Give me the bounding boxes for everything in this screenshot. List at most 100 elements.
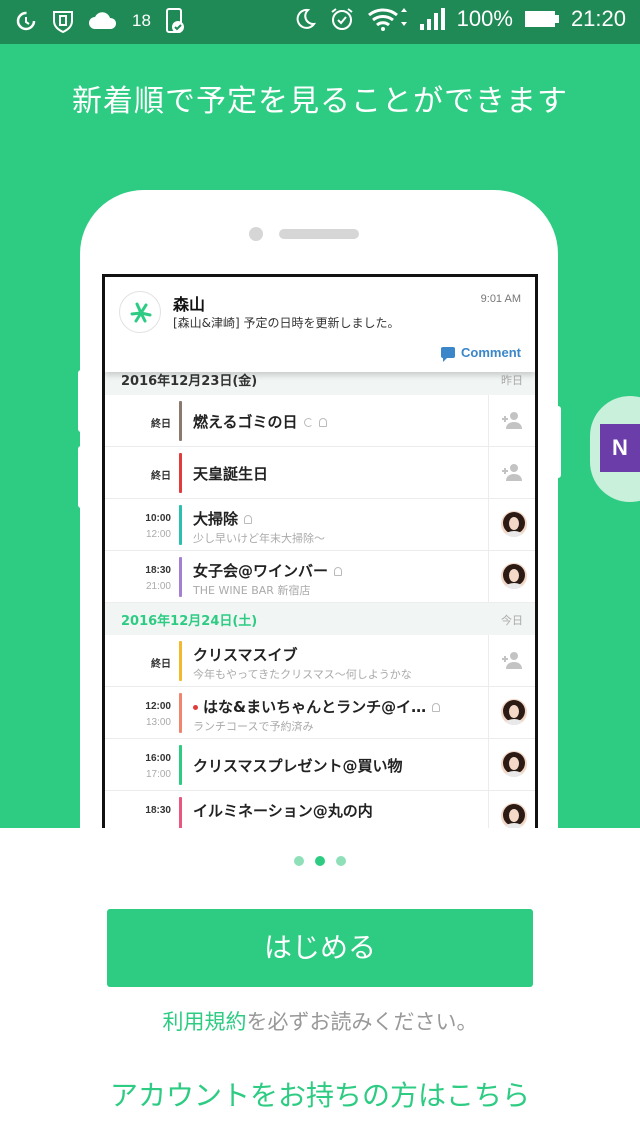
data-saver-icon: [16, 11, 36, 31]
comment-label: Comment: [461, 345, 521, 360]
signal-icon: [419, 8, 445, 30]
divider: [488, 499, 489, 551]
page-dot-active[interactable]: [315, 856, 325, 866]
event-color-bar: [179, 453, 182, 493]
date-relative: 今日: [501, 614, 523, 627]
event-title: 女子会@ワインバー: [193, 560, 343, 581]
camera-dot: [249, 227, 263, 241]
event-title: はな&まいちゃんとランチ@イ…: [193, 696, 441, 717]
phone-volume-button: [78, 370, 84, 432]
event-start: 終日: [151, 471, 171, 482]
start-button[interactable]: はじめる: [107, 909, 533, 987]
event-color-bar: [179, 745, 182, 785]
event-subtitle: 少し早いけど年末大掃除〜: [193, 532, 325, 545]
app-logo-icon: [119, 291, 161, 333]
event-start: 18:30: [145, 805, 171, 816]
event-title-text: はな&まいちゃんとランチ@イ…: [203, 698, 427, 716]
avatar[interactable]: [501, 751, 527, 777]
page-indicator: [0, 856, 640, 866]
event-row[interactable]: 10:00 12:00 大掃除 少し早いけど年末大掃除〜: [105, 499, 535, 551]
phone-volume-button: [78, 446, 84, 508]
event-start: 終日: [151, 659, 171, 670]
event-title-text: 女子会@ワインバー: [193, 562, 329, 580]
battery-percent: 100%: [456, 6, 513, 31]
event-row[interactable]: 終日 クリスマスイブ 今年もやってきたクリスマス〜何しようかな: [105, 635, 535, 687]
clock: 21:20: [570, 6, 626, 31]
comment-icon: [441, 347, 456, 362]
event-end: 17:00: [145, 769, 171, 780]
bell-icon: [318, 418, 327, 427]
temperature: 18: [132, 11, 151, 30]
phone-mockup: 森山 9:01 AM [森山&津崎] 予定の日時を更新しました。 Comment…: [80, 190, 558, 828]
sync-icon: [303, 418, 313, 427]
event-title: クリスマスイブ: [193, 646, 298, 664]
cloud-icon: [89, 12, 117, 29]
existing-account-link[interactable]: アカウントをお持ちの方はこちら: [0, 1074, 640, 1114]
phone-screen: 森山 9:01 AM [森山&津崎] 予定の日時を更新しました。 Comment…: [102, 274, 538, 828]
event-color-bar: [179, 557, 182, 597]
bell-icon: [244, 515, 253, 524]
floating-app-bubble[interactable]: N: [590, 396, 640, 502]
event-color-bar: [179, 401, 182, 441]
speaker-slot: [279, 229, 359, 239]
terms-notice: 利用規約を必ずお読みください。: [0, 1006, 640, 1036]
status-bar: 18 100% 21:20: [0, 0, 640, 44]
date-label: 2016年12月24日(土): [121, 614, 258, 629]
event-color-bar: [179, 797, 182, 828]
event-color-bar: [179, 505, 182, 545]
event-row[interactable]: 終日 燃えるゴミの日: [105, 395, 535, 447]
event-title-text: 燃えるゴミの日: [193, 413, 298, 431]
event-start: 18:30: [145, 565, 171, 576]
hero-title: 新着順で予定を見ることができます: [72, 84, 568, 119]
avatar[interactable]: [501, 699, 527, 725]
divider: [488, 447, 489, 499]
divider: [488, 687, 489, 739]
event-row[interactable]: 18:30 21:00 女子会@ワインバー THE WINE BAR 新宿店: [105, 551, 535, 603]
event-row[interactable]: 終日 天皇誕生日: [105, 447, 535, 499]
event-title: 燃えるゴミの日: [193, 411, 327, 432]
event-title: 天皇誕生日: [193, 465, 269, 483]
event-color-bar: [179, 641, 182, 681]
event-title: クリスマスプレゼント@買い物: [193, 757, 403, 775]
divider: [488, 395, 489, 447]
notification-card[interactable]: 森山 9:01 AM [森山&津崎] 予定の日時を更新しました。 Comment: [105, 277, 535, 372]
notification-time: 9:01 AM: [480, 293, 521, 305]
phone-check-icon: [165, 8, 184, 33]
event-title: イルミネーション@丸の内: [193, 802, 373, 820]
event-subtitle: THE WINE BAR 新宿店: [193, 584, 311, 597]
terms-text: を必ずお読みください。: [246, 1010, 478, 1034]
hero-section: 新着順で予定を見ることができます 森山 9:01 AM [森山&津崎] 予定の日…: [0, 44, 640, 828]
battery-icon: [524, 11, 559, 27]
page-dot[interactable]: [336, 856, 346, 866]
notification-sender: 森山: [173, 295, 206, 314]
avatar[interactable]: [501, 803, 527, 828]
date-label: 2016年12月23日(金): [121, 374, 258, 389]
terms-link[interactable]: 利用規約: [163, 1010, 247, 1034]
avatar[interactable]: [501, 563, 527, 589]
event-row[interactable]: 12:00 13:00 はな&まいちゃんとランチ@イ… ランチコースで予約済み: [105, 687, 535, 739]
date-relative: 昨日: [501, 374, 523, 387]
bell-icon: [432, 703, 441, 712]
wifi-icon: [367, 8, 407, 31]
event-row[interactable]: 18:30 イルミネーション@丸の内: [105, 791, 535, 828]
event-row[interactable]: 16:00 17:00 クリスマスプレゼント@買い物: [105, 739, 535, 791]
add-person-icon[interactable]: [501, 411, 523, 429]
unread-dot: [193, 705, 198, 710]
onenote-icon: N: [600, 424, 640, 472]
date-header: 2016年12月24日(土) 今日: [105, 603, 535, 635]
event-title-text: 大掃除: [193, 510, 239, 528]
comment-button[interactable]: Comment: [441, 345, 521, 362]
event-color-bar: [179, 693, 182, 733]
add-person-icon[interactable]: [501, 463, 523, 481]
add-person-icon[interactable]: [501, 651, 523, 669]
bell-icon: [334, 567, 343, 576]
event-start: 16:00: [145, 753, 171, 764]
phone-power-button: [555, 406, 561, 478]
event-end: 21:00: [145, 581, 171, 592]
alarm-icon: [331, 8, 353, 30]
shield-icon: [53, 11, 73, 33]
avatar[interactable]: [501, 511, 527, 537]
event-subtitle: 今年もやってきたクリスマス〜何しようかな: [193, 668, 412, 681]
page-dot[interactable]: [294, 856, 304, 866]
notification-message: [森山&津崎] 予定の日時を更新しました。: [173, 316, 400, 330]
